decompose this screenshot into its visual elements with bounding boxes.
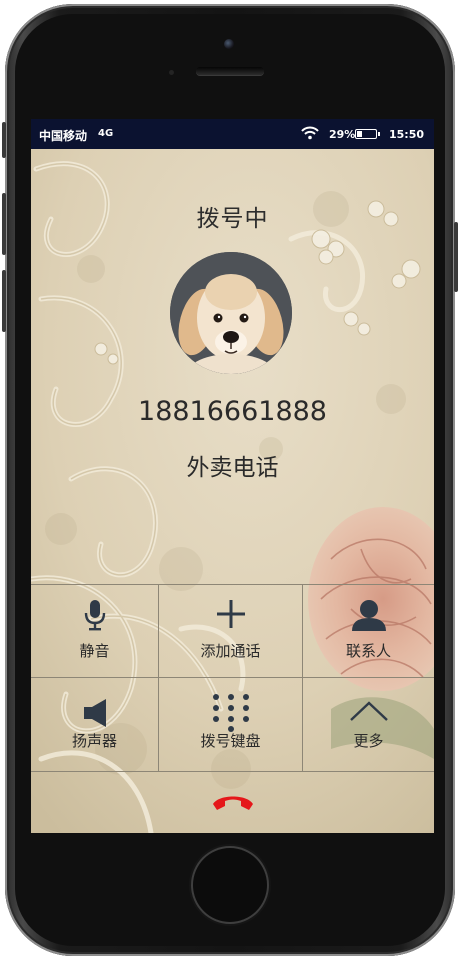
mute-button[interactable]: 静音 xyxy=(31,585,158,678)
hangup-icon xyxy=(213,796,253,810)
microphone-icon xyxy=(84,600,105,631)
proximity-sensor xyxy=(169,70,174,75)
contacts-button[interactable]: 联系人 xyxy=(303,585,434,678)
home-button[interactable] xyxy=(193,848,267,922)
mute-label: 静音 xyxy=(79,642,110,660)
speaker-label: 扬声器 xyxy=(71,732,117,750)
phone-screen: 中国移动 4G 29% 15:50 拨号中 18816661888 外卖电话 静… xyxy=(31,119,434,833)
contact-avatar xyxy=(170,252,292,374)
person-icon xyxy=(351,600,386,631)
add-call-button[interactable]: 添加通话 xyxy=(159,585,302,678)
more-button[interactable]: 更多 xyxy=(303,678,434,771)
wifi-icon xyxy=(301,126,319,140)
grid-divider xyxy=(31,771,434,772)
status-bar: 中国移动 4G 29% 15:50 xyxy=(31,119,434,149)
mute-switch xyxy=(2,122,6,158)
status-time: 15:50 xyxy=(389,128,425,141)
battery-icon xyxy=(355,129,380,139)
dialpad-label: 拨号键盘 xyxy=(200,732,261,750)
call-controls-grid: 静音 添加通话 联系人 扬声器 拨号键盘 更多 xyxy=(31,584,434,772)
plus-icon xyxy=(216,600,245,628)
puppy-avatar-image xyxy=(170,252,292,374)
front-camera xyxy=(224,39,234,49)
add-call-label: 添加通话 xyxy=(200,642,261,660)
speaker-icon xyxy=(83,699,106,727)
earpiece-speaker xyxy=(196,67,264,75)
contact-name: 外卖电话 xyxy=(186,455,279,481)
battery-percent: 29% xyxy=(329,128,356,141)
hangup-button[interactable] xyxy=(209,788,257,820)
carrier-label: 中国移动 xyxy=(39,129,88,143)
more-label: 更多 xyxy=(353,732,384,750)
chevron-up-icon xyxy=(349,701,388,721)
volume-down-button xyxy=(2,270,6,332)
speaker-button[interactable]: 扬声器 xyxy=(31,678,158,771)
phone-number: 18816661888 xyxy=(138,396,327,427)
dialpad-icon xyxy=(212,694,249,732)
battery-fill xyxy=(357,131,362,137)
volume-up-button xyxy=(2,193,6,255)
dialpad-button[interactable]: 拨号键盘 xyxy=(159,678,302,771)
call-status: 拨号中 xyxy=(196,206,269,232)
power-button xyxy=(454,222,458,292)
contacts-label: 联系人 xyxy=(345,642,391,660)
network-type: 4G xyxy=(98,128,114,139)
